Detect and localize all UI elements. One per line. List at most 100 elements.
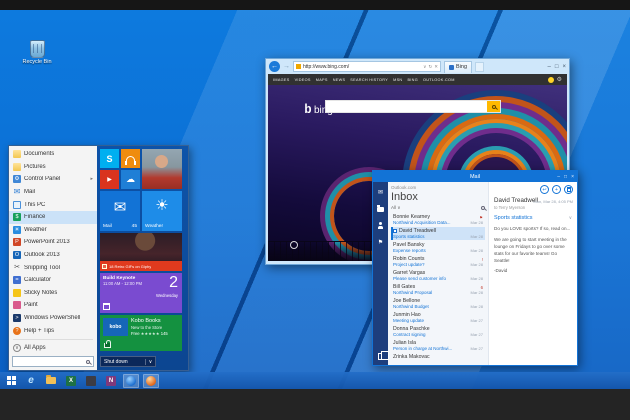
message-row[interactable]: Zrinka Makovac [391,353,485,361]
recycle-bin[interactable]: Recycle Bin [17,40,57,65]
onedrive-tile[interactable]: ☁ [121,170,140,189]
taskbar-icon-start[interactable] [3,374,19,388]
maximize-icon[interactable]: □ [555,64,559,70]
message-row[interactable]: Joe BelloneNorthwind BudgetMar 28 [391,297,485,310]
autocomplete-chevron-icon[interactable]: ∨ [423,64,426,70]
all-folders-icon[interactable] [378,353,384,360]
browser-chrome[interactable]: ← → http://www.bing.com/ ∨ ↻ ✕ Bing – □ … [268,59,567,74]
close-icon[interactable]: × [571,174,574,180]
browser-tab[interactable]: Bing [444,61,472,73]
new-mail-button[interactable]: + [552,185,561,194]
sticky-notes-icon [13,289,21,297]
bing-nav-item[interactable]: SEARCH HISTORY [350,78,388,82]
all-apps-button[interactable]: ∨ All Apps [9,342,97,354]
taskbar-icon-app-dark[interactable] [83,374,99,388]
message-row[interactable]: Bonnie Kearney⚑Northwind Acquisition Dat… [391,213,485,226]
taskbar-icon-file-explorer[interactable] [43,374,59,388]
mail-window[interactable]: Mail – □ × ✉ ⚑ Outlook.com Inbox All ∨ [372,170,578,366]
mail-title-bar[interactable]: Mail – □ × [373,171,577,182]
start-menu-item-sticky-notes[interactable]: Sticky Notes [9,287,97,300]
delete-button[interactable] [564,185,573,194]
forward-icon[interactable]: → [283,63,290,70]
start-menu-item-outlook[interactable]: OOutlook 2013 [9,249,97,262]
people-icon[interactable] [378,224,383,229]
taskbar-icon-onenote[interactable]: N [103,374,119,388]
message-row[interactable]: Pavel BanskyExpense reportsMar 28 [391,241,485,254]
start-menu-item-finance[interactable]: $Finance [9,211,97,224]
start-search-input[interactable] [16,358,86,366]
skype-tile[interactable]: S [100,149,119,168]
bing-nav-item[interactable]: IMAGES [273,78,290,82]
sports-tile[interactable]: 18 Retro GIFs on Giphy [100,233,182,271]
respond-button[interactable]: ↩ [540,185,549,194]
store-tile[interactable]: kobo Kobo Books New to the Store Free ★★… [100,315,182,351]
feedback-smiley-icon[interactable] [548,77,554,83]
bing-search-button[interactable] [487,101,500,112]
message-row[interactable]: Robin Counts!Project update?Mar 28 [391,255,485,268]
message-row[interactable]: Julian IslaPerson in charge at Northwi..… [391,339,485,352]
message-row[interactable]: David TreadwellSports statisticsMar 28 [391,227,485,240]
message-row[interactable]: Junmin HaoMeeting updateMar 27 [391,311,485,324]
minimize-icon[interactable]: – [548,64,551,70]
filter-dropdown[interactable]: All ∨ [391,205,481,211]
settings-gear-icon[interactable]: ⚙ [557,76,562,83]
headphones-icon [126,156,135,162]
start-menu-item-label: Finance [24,214,45,220]
bing-nav-item[interactable]: OUTLOOK.COM [423,78,455,82]
bing-nav-item[interactable]: BING [407,78,417,82]
folders-icon[interactable] [377,207,384,212]
message-checkbox[interactable] [393,229,397,233]
start-menu-item-paint[interactable]: Paint [9,299,97,312]
start-menu-item-pictures[interactable]: Pictures [9,161,97,174]
taskbar-icon-internet-explorer[interactable]: e [23,374,39,388]
shutdown-button[interactable]: Shut down ∨ [100,356,156,367]
maximize-icon[interactable]: □ [564,174,567,180]
close-icon[interactable]: × [562,64,566,70]
subject-chevron-icon[interactable]: ∨ [569,215,572,221]
message-row[interactable]: Bill Gates6Northwind ProposalMar 28 [391,283,485,296]
start-menu-item-mail[interactable]: ✉Mail [9,186,97,199]
message-row[interactable]: Garret VargasPlease send customer infoMa… [391,269,485,282]
start-menu-item-calculator[interactable]: =Calculator [9,274,97,287]
taskbar-icon-app-orange[interactable] [143,374,159,388]
weather-tile[interactable]: ☀ Weather [142,191,182,231]
bing-search-input[interactable] [326,101,487,112]
start-menu-item-snipping-tool[interactable]: ✂Snipping Tool [9,261,97,274]
message-row[interactable]: Donna PaschkeContract signingMar 27 [391,325,485,338]
refresh-icon[interactable]: ↻ [428,64,432,70]
shutdown-options-chevron-icon[interactable]: ∨ [145,359,155,365]
start-menu-item-help-tips[interactable]: ?Help + Tips [9,324,97,337]
bing-nav-item[interactable]: MAPS [316,78,328,82]
new-tab-button[interactable] [475,62,484,72]
start-menu-item-powershell[interactable]: >Windows PowerShell [9,312,97,325]
message-date: Mar 28 [471,248,483,253]
start-menu-item-powerpoint[interactable]: PPowerPoint 2013 [9,236,97,249]
bing-nav-item[interactable]: NEWS [333,78,346,82]
flag-icon[interactable]: ⚑ [378,240,383,246]
people-tile[interactable] [142,149,182,189]
mail-tile[interactable]: ✉ Mail 45 [100,191,140,231]
mail-unread-count: 45 [132,224,137,229]
url-text: http://www.bing.com/ [303,64,421,70]
bing-nav-item[interactable]: MSN [393,78,402,82]
address-bar[interactable]: http://www.bing.com/ ∨ ↻ ✕ [293,61,441,72]
start-search-box[interactable] [12,356,94,367]
taskbar-icon-app-blue[interactable] [123,374,139,388]
music-tile[interactable] [121,149,140,168]
video-tile[interactable]: ▶ [100,170,119,189]
mail-folder-mail-icon[interactable]: ✉ [378,190,383,196]
start-menu-item-weather[interactable]: ☀Weather [9,224,97,237]
back-icon[interactable]: ← [269,61,280,72]
taskbar-icon-excel[interactable]: X [63,374,79,388]
start-menu-item-this-pc[interactable]: This PC [9,198,97,211]
image-hotspot-icon[interactable] [290,241,298,249]
bing-search-box[interactable] [325,100,501,113]
minimize-icon[interactable]: – [557,174,560,180]
bing-nav-item[interactable]: VIDEOS [295,78,311,82]
stop-icon[interactable]: ✕ [434,64,438,70]
start-menu-item-documents[interactable]: Documents [9,148,97,161]
message-subject: Project update? [393,262,469,267]
start-menu-item-control-panel[interactable]: ⚙Control Panel▸ [9,173,97,186]
search-mail-icon[interactable] [481,206,485,210]
calendar-tile[interactable]: Build Keynote 11:00 AM - 12:00 PM 2 Wedn… [100,273,182,313]
